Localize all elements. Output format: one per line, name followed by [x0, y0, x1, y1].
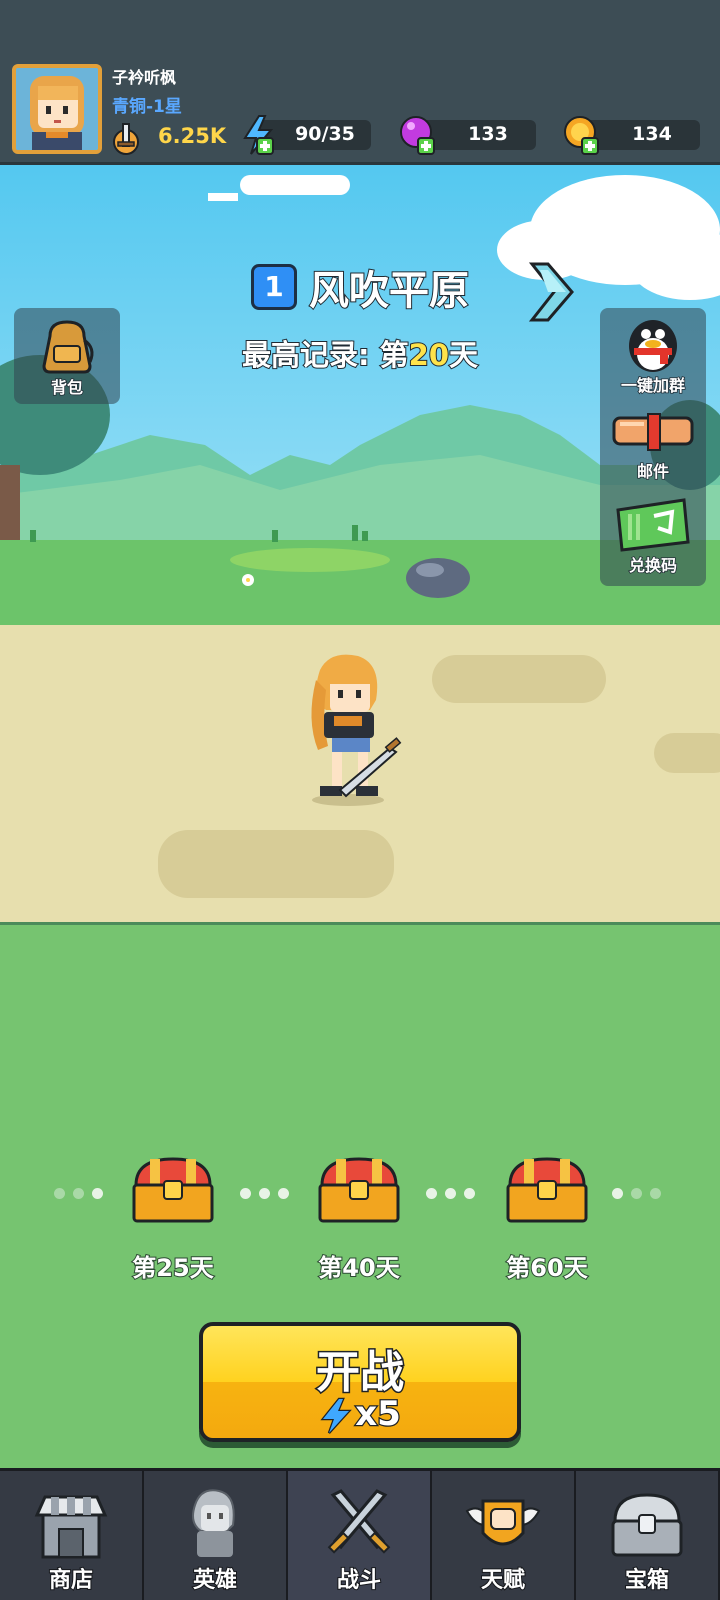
energy-value: 90/35	[295, 123, 355, 145]
nav-battle[interactable]: 战斗	[288, 1471, 432, 1600]
player-avatar[interactable]	[12, 64, 102, 154]
start-battle-button[interactable]: 开战 x5	[199, 1322, 521, 1442]
sword-power-icon	[113, 123, 139, 155]
bag-button[interactable]: 背包	[14, 308, 120, 404]
progress-dot	[73, 1188, 84, 1199]
treasure-chest-icon[interactable]	[130, 1155, 216, 1225]
nav-talent-label: 天赋	[480, 1567, 526, 1594]
talent-fist-icon	[465, 1499, 541, 1546]
join-group-label: 一键加群	[620, 375, 686, 396]
reward-day-label: 第25天	[131, 1253, 214, 1283]
progress-dots	[426, 1184, 483, 1199]
gem-value: 133	[468, 123, 508, 145]
stage-number-badge: 1	[251, 264, 297, 310]
nav-hero-label: 英雄	[192, 1567, 238, 1594]
progress-dot	[278, 1188, 289, 1199]
progress-dot	[259, 1188, 270, 1199]
progress-dots	[54, 1184, 111, 1199]
reward-day-label: 第40天	[317, 1253, 400, 1283]
treasure-chest-icon[interactable]	[504, 1155, 590, 1225]
shop-icon	[34, 1495, 108, 1559]
coin-counter[interactable]: 134	[564, 116, 700, 155]
progress-dot	[612, 1188, 623, 1199]
nav-shop-label: 商店	[48, 1567, 94, 1594]
next-stage-arrow-icon[interactable]	[528, 260, 576, 324]
energy-cost-value: x5	[354, 1393, 402, 1436]
nav-chest-label: 宝箱	[624, 1567, 670, 1594]
road-patch	[432, 655, 606, 703]
hero-character	[311, 654, 402, 806]
nav-talent[interactable]: 天赋	[432, 1471, 576, 1600]
record-prefix: 最高记录: 第	[241, 337, 410, 373]
player-name: 子衿听枫	[112, 68, 177, 87]
progress-dot	[631, 1188, 642, 1199]
power-value: 6.25K	[158, 124, 227, 148]
record-days: 20	[408, 337, 450, 373]
nav-battle-label: 战斗	[336, 1567, 382, 1594]
progress-dot	[240, 1188, 251, 1199]
treasure-chest-icon[interactable]	[316, 1155, 402, 1225]
player-rank: 青铜-1星	[112, 97, 182, 117]
hero-portrait-icon	[16, 68, 98, 150]
bag-label: 背包	[50, 377, 84, 398]
silver-chest-icon	[611, 1493, 683, 1557]
hero-icon	[192, 1489, 235, 1557]
progress-dot	[464, 1188, 475, 1199]
qq-penguin-icon	[629, 320, 677, 372]
stage-title: 风吹平原	[308, 267, 470, 315]
energy-counter[interactable]: 90/35	[243, 115, 371, 155]
record-suffix: 天	[448, 337, 479, 373]
energy-bolt-icon	[320, 1397, 353, 1434]
progress-dot	[650, 1188, 661, 1199]
progress-dot	[92, 1188, 103, 1199]
redeem-ticket-icon	[616, 498, 690, 552]
road-patch	[158, 830, 394, 898]
gem-counter[interactable]: 133	[400, 116, 536, 155]
bottom-navigation: 商店 英雄 战斗 天赋 宝箱	[0, 1468, 720, 1600]
crossed-swords-icon	[327, 1489, 391, 1554]
side-menu-right: 一键加群 邮件 兑换码	[600, 308, 706, 586]
progress-dot	[54, 1188, 65, 1199]
reward-day-label: 第60天	[505, 1253, 588, 1283]
energy-cost: x5	[203, 1393, 517, 1436]
battle-road	[0, 625, 720, 925]
nav-hero[interactable]: 英雄	[144, 1471, 288, 1600]
start-battle-label: 开战	[315, 1346, 406, 1400]
nav-shop[interactable]: 商店	[0, 1471, 144, 1600]
progress-dot	[426, 1188, 437, 1199]
redeem-code-button[interactable]: 兑换码	[600, 494, 706, 586]
join-group-button[interactable]: 一键加群	[600, 308, 706, 400]
mail-label: 邮件	[636, 461, 670, 482]
coin-value: 134	[632, 123, 672, 145]
top-bar: 子衿听枫 青铜-1星 6.25K 90/35 133 134	[0, 0, 720, 165]
mail-button[interactable]: 邮件	[600, 404, 706, 494]
road-patch	[654, 733, 720, 773]
mail-scroll-icon	[612, 413, 694, 451]
progress-dot	[445, 1188, 456, 1199]
redeem-label: 兑换码	[628, 555, 678, 576]
backpack-icon	[42, 320, 94, 374]
nav-chest[interactable]: 宝箱	[576, 1471, 720, 1600]
progress-dots	[240, 1184, 297, 1199]
progress-dots	[612, 1184, 669, 1199]
